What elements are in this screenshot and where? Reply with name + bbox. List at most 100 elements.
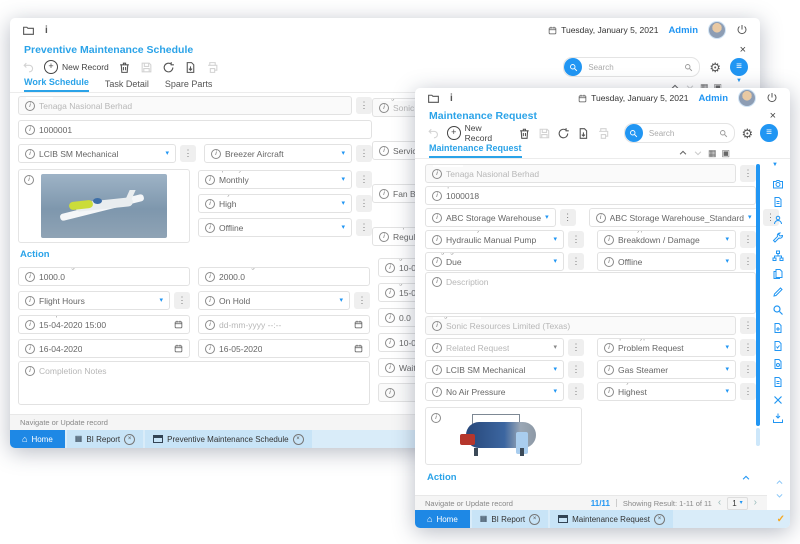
- chevron-down-icon[interactable]: ▾: [725, 366, 729, 373]
- delete-icon[interactable]: [118, 61, 131, 74]
- request-no-field[interactable]: Request No.i1000018: [425, 186, 756, 205]
- priority-select[interactable]: PriorityiHigh▾: [198, 194, 352, 213]
- aging-status-select[interactable]: Aging StatusiDue▾: [425, 252, 564, 271]
- calendar-icon[interactable]: [354, 344, 363, 353]
- request-type-select[interactable]: Request TypeiProblem Request▾: [597, 338, 736, 357]
- asset-image[interactable]: i: [425, 407, 582, 465]
- search-record-icon[interactable]: [772, 304, 784, 316]
- search-icon[interactable]: [719, 129, 728, 138]
- chevron-down-icon[interactable]: ▾: [341, 150, 345, 157]
- kebab-menu-button[interactable]: ⋮: [560, 209, 576, 226]
- kebab-menu-button[interactable]: ⋮: [180, 145, 196, 162]
- power-icon[interactable]: [766, 92, 778, 104]
- chevron-down-icon[interactable]: ▾: [159, 297, 163, 304]
- kebab-menu-button[interactable]: ⋮: [740, 361, 756, 378]
- wrench-icon[interactable]: [772, 232, 784, 244]
- info-icon[interactable]: i: [45, 25, 48, 36]
- sitemap-icon[interactable]: [772, 250, 784, 262]
- avatar[interactable]: [708, 21, 726, 39]
- priority-select[interactable]: PriorityiHighest▾: [597, 382, 736, 401]
- asset-image[interactable]: i: [18, 169, 190, 243]
- chevron-up-icon[interactable]: [678, 148, 688, 158]
- search-input[interactable]: Search: [563, 57, 700, 77]
- work-order-close-date-field[interactable]: Work Order Close Dateidd-mm-yyyy --:--: [198, 315, 370, 334]
- completion-notes-textarea[interactable]: iCompletion Notes: [18, 361, 370, 405]
- tab-maintenance-request[interactable]: Maintenance Request: [429, 143, 522, 158]
- user-icon[interactable]: [772, 214, 784, 226]
- attach-document-icon[interactable]: [772, 322, 784, 334]
- chevron-down-icon[interactable]: ▾: [341, 176, 345, 183]
- kebab-menu-button[interactable]: ⋮: [354, 292, 370, 309]
- kebab-menu-button[interactable]: ⋮: [568, 339, 584, 356]
- taskbar-tab-preventive-maintenance-schedule[interactable]: Preventive Maintenance Schedule×: [145, 430, 311, 448]
- work-order-status-select[interactable]: Work Order StatusiOn Hold▾: [198, 291, 350, 310]
- kebab-menu-button[interactable]: ⋮: [568, 253, 584, 270]
- close-icon[interactable]: ×: [124, 434, 135, 445]
- related-request-select[interactable]: iRelated Request▾: [425, 338, 564, 357]
- camera-icon[interactable]: [772, 178, 784, 190]
- export-icon[interactable]: [184, 61, 197, 74]
- chevron-down-icon[interactable]: ▾: [165, 150, 169, 157]
- chevron-down-icon[interactable]: ▾: [553, 366, 557, 373]
- down-time-reason-select[interactable]: Down Time ReasoniNo Air Pressure▾: [425, 382, 564, 401]
- chevron-down-icon[interactable]: ▾: [553, 388, 557, 395]
- kebab-menu-button[interactable]: ⋮: [568, 383, 584, 400]
- scrollbar-track[interactable]: [756, 428, 760, 446]
- pen-icon[interactable]: [772, 286, 784, 298]
- info-icon[interactable]: i: [450, 93, 453, 104]
- page-select[interactable]: 1▾: [727, 497, 747, 510]
- calendar-icon[interactable]: [174, 344, 183, 353]
- scrollbar-thumb[interactable]: [756, 164, 760, 426]
- download-icon[interactable]: [772, 412, 784, 424]
- folder-icon[interactable]: [427, 92, 440, 105]
- tenant-field[interactable]: Tenant*iTenaga Nasional Berhad: [425, 164, 736, 183]
- delete-icon[interactable]: [518, 127, 531, 140]
- page-next-icon[interactable]: ›: [754, 498, 757, 508]
- approve-document-icon[interactable]: [772, 340, 784, 352]
- chevron-down-icon[interactable]: ▾: [341, 200, 345, 207]
- status-updated-on-field[interactable]: Status Updated Oni15-04-2020 15:00: [18, 315, 190, 334]
- chevron-up-icon[interactable]: [741, 473, 751, 483]
- settings-gear-icon[interactable]: ⚙: [709, 61, 721, 74]
- settings-gear-icon[interactable]: ⚙: [742, 127, 754, 140]
- kebab-menu-button[interactable]: ⋮: [740, 231, 756, 248]
- tab-work-schedule[interactable]: Work Schedule: [24, 77, 89, 92]
- power-icon[interactable]: [736, 24, 748, 36]
- refresh-icon[interactable]: [162, 61, 175, 74]
- chevron-down-icon[interactable]: ▾: [553, 258, 557, 265]
- kebab-menu-button[interactable]: ⋮: [356, 219, 372, 236]
- card-view-icon[interactable]: ▣: [721, 148, 730, 158]
- document-lines-icon[interactable]: [772, 376, 784, 388]
- chevron-down-icon[interactable]: ▾: [725, 344, 729, 351]
- new-record-button[interactable]: +New Record: [447, 123, 511, 143]
- chevron-down-icon[interactable]: ▾: [339, 297, 343, 304]
- chevron-up-icon[interactable]: [775, 478, 784, 487]
- taskbar-tab-bi-report[interactable]: ▦BI Report×: [472, 510, 548, 528]
- sub-assembly-select[interactable]: Sub AssemblyiHydraulic Manual Pump▾: [425, 230, 564, 249]
- chevron-down-icon[interactable]: ▾: [545, 214, 549, 221]
- kebab-menu-button[interactable]: ⋮: [356, 195, 372, 212]
- document-image-icon[interactable]: [772, 358, 784, 370]
- chevron-down-icon[interactable]: ▾: [725, 258, 729, 265]
- organization-field[interactable]: Organization*iSonic Resources Limited (T…: [425, 316, 736, 335]
- kebab-menu-button[interactable]: ⋮: [356, 171, 372, 188]
- work-center-select[interactable]: Work CenteriLCIB SM Mechanical▾: [425, 360, 564, 379]
- chevron-down-icon[interactable]: ▾: [725, 236, 729, 243]
- kebab-menu-button[interactable]: ⋮: [740, 253, 756, 270]
- locator-select[interactable]: LocatoriABC Storage Warehouse_Standard▾: [589, 208, 759, 227]
- close-icon[interactable]: ×: [529, 514, 540, 525]
- chevron-down-icon[interactable]: ▾: [553, 344, 557, 351]
- meter-reading-next-field[interactable]: Meter Reading - Next Servicei2000.0: [198, 267, 370, 286]
- kebab-menu-button[interactable]: ⋮: [356, 145, 372, 162]
- close-icon[interactable]: ×: [740, 45, 746, 56]
- chevron-down-icon[interactable]: ▾: [725, 388, 729, 395]
- kebab-menu-button[interactable]: ⋮: [568, 231, 584, 248]
- chevron-down-icon[interactable]: ▼: [772, 162, 778, 168]
- avatar[interactable]: [738, 89, 756, 107]
- confirm-check-icon[interactable]: ✓: [777, 514, 785, 525]
- taskbar-tab-home[interactable]: ⌂Home: [415, 510, 470, 528]
- tab-spare-parts[interactable]: Spare Parts: [165, 79, 213, 92]
- chevron-down-icon[interactable]: ▼: [736, 78, 742, 84]
- kebab-menu-button[interactable]: ⋮: [356, 97, 372, 114]
- taskbar-tab-home[interactable]: ⌂Home: [10, 430, 65, 448]
